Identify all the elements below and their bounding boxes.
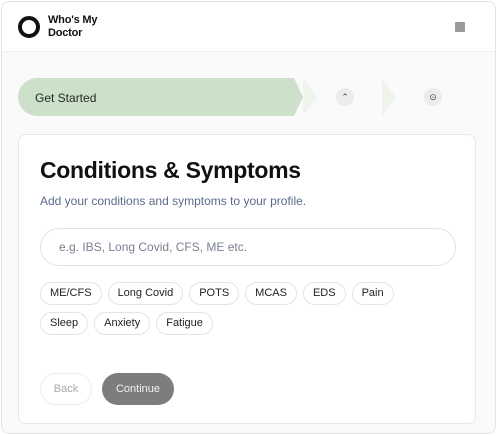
chip-row-1: ME/CFS Long Covid POTS MCAS EDS Pain xyxy=(40,282,460,305)
chip-sleep[interactable]: Sleep xyxy=(40,312,89,335)
chip-row-2: Sleep Anxiety Fatigue xyxy=(40,312,460,335)
step-get-started-label: Get Started xyxy=(35,91,97,105)
progress-stepper: Get Started ⌃ ⊙ xyxy=(18,78,466,116)
chip-pain[interactable]: Pain xyxy=(351,282,394,305)
continue-button[interactable]: Continue xyxy=(102,373,174,405)
step-get-started[interactable]: Get Started xyxy=(18,78,303,116)
page-title: Conditions & Symptoms xyxy=(40,157,301,183)
page-subtitle: Add your conditions and symptoms to your… xyxy=(40,194,307,208)
condition-chips: ME/CFS Long Covid POTS MCAS EDS Pain Sle… xyxy=(40,282,460,342)
logo-ring-icon xyxy=(18,16,40,38)
app-window: Who's My Doctor Get Started ⌃ ⊙ Conditio… xyxy=(1,1,496,434)
chevrons-up-icon[interactable]: ⌃ xyxy=(336,88,354,106)
chip-me-cfs[interactable]: ME/CFS xyxy=(40,282,102,305)
menu-icon[interactable] xyxy=(455,22,465,32)
circle-dot-icon[interactable]: ⊙ xyxy=(424,88,442,106)
conditions-card: Conditions & Symptoms Add your condition… xyxy=(18,134,476,424)
chip-eds[interactable]: EDS xyxy=(302,282,346,305)
chip-long-covid[interactable]: Long Covid xyxy=(107,282,184,305)
back-button[interactable]: Back xyxy=(40,373,92,405)
step-divider xyxy=(382,78,396,116)
chip-mcas[interactable]: MCAS xyxy=(245,282,297,305)
chip-pots[interactable]: POTS xyxy=(189,282,240,305)
chip-anxiety[interactable]: Anxiety xyxy=(94,312,151,335)
chip-fatigue[interactable]: Fatigue xyxy=(156,312,213,335)
step-divider xyxy=(303,78,317,116)
app-logo-text[interactable]: Who's My Doctor xyxy=(48,14,97,40)
app-header: Who's My Doctor xyxy=(2,2,495,52)
conditions-search-input[interactable] xyxy=(40,228,456,266)
app-name-line1: Who's My xyxy=(48,14,98,26)
app-name-line2: Doctor xyxy=(48,27,83,39)
